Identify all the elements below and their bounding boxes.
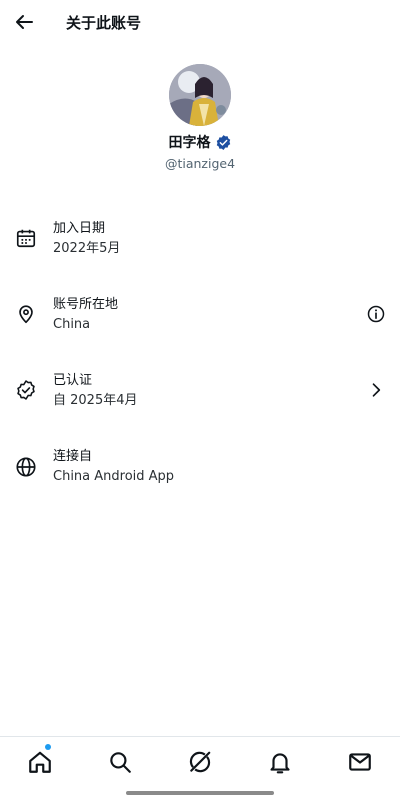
row-value: China <box>53 317 91 332</box>
grok-icon[interactable] <box>187 749 213 775</box>
bell-icon[interactable] <box>267 749 293 775</box>
top-bar: 关于此账号 <box>0 0 400 44</box>
info-icon[interactable] <box>366 304 386 324</box>
location-pin-icon <box>19 305 33 324</box>
page-title: 关于此账号 <box>66 14 142 32</box>
row-value: 自 2025年4月 <box>53 393 138 408</box>
arrow-left-icon[interactable] <box>12 10 36 34</box>
connected-via-row: 连接自 China Android App <box>0 448 400 504</box>
calendar-icon <box>16 229 36 248</box>
search-icon[interactable] <box>107 749 133 775</box>
home-icon[interactable] <box>27 749 53 775</box>
row-value: 2022年5月 <box>53 241 121 256</box>
row-label: 已认证 <box>53 373 93 388</box>
profile-summary: 田字格 @tianzige4 <box>0 64 400 171</box>
verified-row[interactable]: 已认证 自 2025年4月 <box>0 372 400 428</box>
row-label: 连接自 <box>53 449 93 464</box>
user-handle: @tianzige4 <box>164 156 236 171</box>
chevron-right-icon[interactable] <box>366 380 386 400</box>
row-value: China Android App <box>53 469 175 484</box>
verified-badge-outline-icon <box>17 380 35 400</box>
joined-date-row: 加入日期 2022年5月 <box>0 220 400 276</box>
account-location-row: 账号所在地 China <box>0 296 400 352</box>
verified-badge-icon <box>216 134 230 150</box>
name-row: 田字格 <box>0 132 400 152</box>
globe-icon <box>16 457 36 477</box>
home-badge-dot <box>45 744 51 750</box>
display-name: 田字格 <box>168 135 211 151</box>
row-label: 加入日期 <box>53 221 106 236</box>
avatar[interactable] <box>169 64 231 126</box>
bottom-nav <box>0 736 400 787</box>
gesture-bar[interactable] <box>126 791 274 795</box>
mail-icon[interactable] <box>347 749 373 775</box>
row-label: 账号所在地 <box>53 297 119 312</box>
